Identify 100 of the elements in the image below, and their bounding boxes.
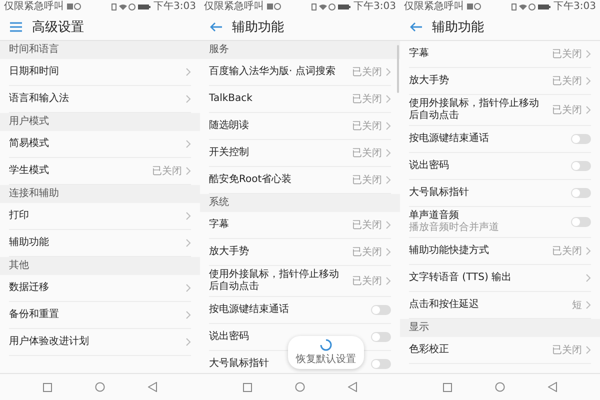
settings-row[interactable]: 说出密码 — [409, 153, 591, 180]
row-label: 随选朗读 — [209, 120, 249, 132]
clock-text: 下午3:03 — [354, 1, 396, 12]
settings-row[interactable]: TalkBack 已关闭 — [209, 86, 391, 113]
spinner-icon — [320, 339, 332, 351]
row-label: 字幕 — [209, 219, 229, 231]
chevron-right-icon — [586, 346, 591, 354]
row-label: 文字转语音 (TTS) 输出 — [409, 272, 512, 284]
back-arrow-icon[interactable] — [410, 22, 422, 32]
chevron-right-icon — [186, 167, 191, 175]
settings-row[interactable]: 数据迁移 — [9, 275, 191, 302]
settings-row[interactable]: 日期和时间 — [9, 59, 191, 86]
chevron-right-icon — [586, 301, 591, 309]
row-label: 日期和时间 — [9, 66, 59, 78]
toggle-switch[interactable] — [571, 161, 591, 171]
chevron-right-icon — [586, 247, 591, 255]
toggle-switch[interactable] — [571, 134, 591, 144]
row-value: 已关闭 — [352, 246, 382, 259]
settings-row[interactable]: 百度输入法华为版· 点词搜索 已关闭 — [209, 59, 391, 86]
row-value: 已关闭 — [352, 274, 382, 288]
row-label: 字幕 — [409, 48, 429, 60]
chevron-right-icon — [386, 248, 391, 256]
status-icons-drawing — [110, 2, 151, 10]
back-icon[interactable] — [348, 382, 357, 392]
row-description: 播放音频时合并声道 — [409, 222, 499, 234]
notification-icons-drawing — [267, 3, 281, 10]
toggle-switch[interactable] — [571, 188, 591, 198]
row-label: 开关控制 — [209, 147, 249, 159]
home-icon[interactable] — [95, 382, 105, 392]
row-label: 色彩校正 — [409, 344, 449, 356]
home-icon[interactable] — [495, 382, 505, 392]
settings-row[interactable]: 字幕 已关闭 — [409, 41, 591, 68]
row-value: 已关闭 — [352, 218, 382, 232]
row-label: 使用外接鼠标，指针停止移动后自动点击 — [209, 269, 340, 293]
row-value: 已关闭 — [352, 174, 382, 187]
toggle-switch[interactable] — [371, 305, 391, 315]
row-label: 百度输入法华为版· 点词搜索 — [209, 66, 336, 78]
toggle-switch[interactable] — [571, 217, 591, 227]
settings-row[interactable]: 放大手势 已关闭 — [209, 239, 391, 266]
section-header: 其他 — [0, 257, 200, 275]
recent-apps-icon[interactable] — [443, 382, 452, 392]
carrier-text: 仅限紧急呼叫 — [404, 1, 464, 12]
settings-row[interactable]: 使用外接鼠标，指针停止移动后自动点击 已关闭 — [209, 266, 391, 297]
settings-row[interactable]: 使用外接鼠标，指针停止移动后自动点击 已关闭 — [409, 95, 591, 126]
row-label: 说出密码 — [209, 331, 249, 343]
notification-icons-drawing — [467, 3, 481, 10]
row-label: 说出密码 — [409, 160, 449, 172]
section-header: 连接和辅助 — [0, 185, 200, 203]
row-value: 短 — [572, 299, 582, 312]
row-label: 数据迁移 — [9, 282, 49, 294]
section-header: 用户模式 — [0, 113, 200, 131]
status-icons-drawing — [510, 2, 551, 10]
settings-row[interactable]: 放大手势 已关闭 — [409, 68, 591, 95]
recent-apps-icon[interactable] — [43, 382, 52, 392]
row-label: 大号鼠标指针 — [409, 187, 469, 199]
chevron-right-icon — [386, 149, 391, 157]
row-label: 大号鼠标指针 — [209, 358, 269, 370]
back-icon[interactable] — [148, 382, 157, 392]
menu-icon[interactable] — [10, 22, 22, 32]
row-label: 用户体验改进计划 — [9, 336, 89, 348]
chevron-right-icon — [586, 106, 591, 114]
carrier-text: 仅限紧急呼叫 — [204, 1, 264, 12]
chevron-right-icon — [386, 122, 391, 130]
clock-text: 下午3:03 — [554, 1, 596, 12]
chevron-right-icon — [386, 277, 391, 285]
row-label: 语言和输入法 — [9, 93, 69, 105]
settings-row[interactable]: 随选朗读 已关闭 — [209, 113, 391, 140]
status-icons-drawing — [310, 2, 351, 10]
settings-row[interactable]: 打印 — [9, 203, 191, 230]
row-value: 已关闭 — [352, 146, 382, 160]
settings-row[interactable]: 文字转语音 (TTS) 输出 — [409, 265, 591, 292]
row-value: 已关闭 — [552, 244, 582, 258]
section-header: 时间和语言 — [0, 41, 200, 59]
row-label: 点击和按住延迟 — [409, 299, 479, 311]
row-value: 已关闭 — [552, 48, 582, 61]
settings-row[interactable]: 简易模式 — [9, 131, 191, 158]
settings-row[interactable]: 辅助功能快捷方式 已关闭 — [409, 238, 591, 265]
row-label: 备份和重置 — [9, 309, 59, 321]
row-label: TalkBack — [209, 93, 252, 105]
scrollbar[interactable] — [397, 45, 399, 93]
settings-row[interactable]: 按电源键结束通话 — [409, 126, 591, 153]
toggle-switch[interactable] — [371, 332, 391, 342]
chevron-right-icon — [386, 221, 391, 229]
settings-row[interactable]: 开关控制 已关闭 — [209, 140, 391, 167]
back-arrow-icon[interactable] — [210, 22, 222, 32]
settings-row[interactable]: 字幕 已关闭 — [209, 212, 391, 239]
settings-row[interactable]: 用户体验改进计划 — [9, 329, 191, 356]
settings-row[interactable]: 单声道音频 播放音频时合并声道 — [409, 207, 591, 238]
back-icon[interactable] — [548, 382, 557, 392]
settings-row[interactable]: 备份和重置 — [9, 302, 191, 329]
toggle-switch[interactable] — [371, 359, 391, 369]
settings-row[interactable]: 色彩校正 已关闭 — [409, 337, 591, 364]
recent-apps-icon[interactable] — [243, 382, 252, 392]
row-label: 按电源键结束通话 — [209, 304, 289, 316]
chevron-right-icon — [186, 284, 191, 292]
chevron-right-icon — [386, 95, 391, 103]
settings-row[interactable]: 大号鼠标指针 — [409, 180, 591, 207]
home-icon[interactable] — [295, 382, 305, 392]
row-value: 已关闭 — [552, 74, 582, 88]
settings-row[interactable]: 按电源键结束通话 — [209, 297, 391, 324]
